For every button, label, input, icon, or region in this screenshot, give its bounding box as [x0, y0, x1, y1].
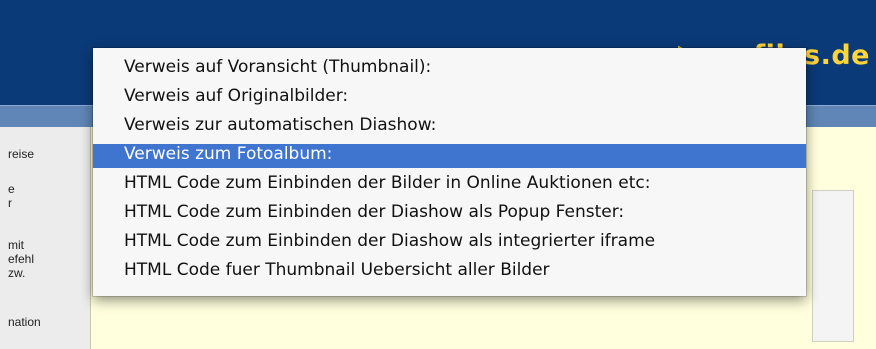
menu-item-auction-html-code[interactable]: HTML Code zum Einbinden der Bilder in On…: [93, 173, 806, 197]
sidebar-item[interactable]: e r: [8, 182, 15, 210]
menu-item-photo-album-link[interactable]: Verweis zum Fotoalbum:: [93, 144, 806, 168]
menu-item-original-images-link[interactable]: Verweis auf Originalbilder:: [93, 86, 806, 110]
left-sidebar: reise e r mit efehl zw. nation: [0, 127, 90, 349]
sidebar-item[interactable]: mit efehl zw.: [8, 238, 34, 280]
menu-item-iframe-html-code[interactable]: HTML Code zum Einbinden der Diashow als …: [93, 231, 806, 255]
sidebar-item[interactable]: nation: [8, 315, 41, 329]
code-textarea[interactable]: [812, 190, 854, 342]
link-type-dropdown-menu[interactable]: Verweis auf Voransicht (Thumbnail): Verw…: [93, 48, 806, 296]
menu-item-thumbnail-overview-html-code[interactable]: HTML Code fuer Thumbnail Uebersicht alle…: [93, 260, 806, 284]
sidebar-item[interactable]: reise: [8, 147, 34, 161]
menu-item-thumbnail-link[interactable]: Verweis auf Voransicht (Thumbnail):: [93, 57, 806, 81]
menu-item-slideshow-link[interactable]: Verweis zur automatischen Diashow:: [93, 115, 806, 139]
menu-item-popup-html-code[interactable]: HTML Code zum Einbinden der Diashow als …: [93, 202, 806, 226]
